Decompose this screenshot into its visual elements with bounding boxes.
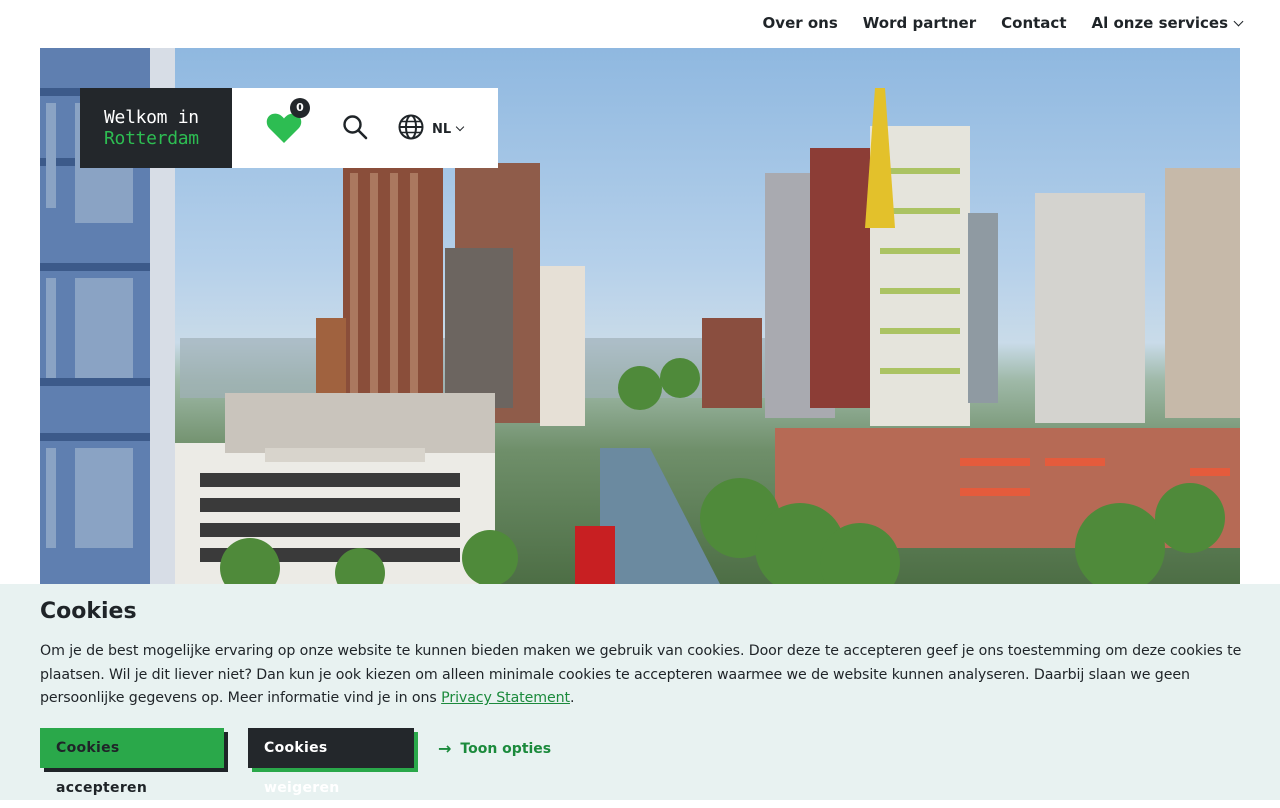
top-navigation: Over ons Word partner Contact Al onze se…: [0, 0, 1280, 48]
nav-link-contact[interactable]: Contact: [1001, 14, 1066, 32]
language-code: NL: [432, 121, 452, 137]
reject-cookies-button[interactable]: Cookies weigeren: [248, 728, 414, 796]
globe-icon: [398, 114, 424, 144]
site-header-card: Welkom in Rotterdam 0 NL: [80, 88, 498, 168]
privacy-statement-link[interactable]: Privacy Statement: [441, 690, 570, 706]
cookie-text-period: .: [569, 690, 575, 706]
arrow-right-icon: →: [438, 739, 452, 758]
show-options-link[interactable]: → Toon opties: [438, 739, 551, 758]
chevron-down-icon: [455, 122, 465, 132]
cookie-text: Om je de best mogelijke ervaring op onze…: [40, 643, 1242, 706]
site-logo[interactable]: Welkom in Rotterdam: [80, 88, 232, 168]
favorites-button[interactable]: 0: [232, 88, 332, 168]
search-icon[interactable]: [342, 114, 368, 144]
language-selector[interactable]: NL: [398, 114, 465, 144]
nav-link-over-ons[interactable]: Over ons: [763, 14, 838, 32]
logo-line-city: Rotterdam: [104, 128, 199, 149]
cookie-banner: Cookies Om je de best mogelijke ervaring…: [0, 584, 1280, 800]
cookie-description: Om je de best mogelijke ervaring op onze…: [40, 640, 1245, 711]
accept-cookies-button[interactable]: Cookies accepteren: [40, 728, 224, 796]
nav-link-word-partner[interactable]: Word partner: [863, 14, 976, 32]
services-label: Al onze services: [1091, 14, 1229, 32]
chevron-down-icon: [1233, 16, 1244, 27]
show-options-label: Toon opties: [460, 740, 552, 757]
logo-line-welcome: Welkom in: [104, 107, 199, 128]
nav-services-dropdown[interactable]: Al onze services: [1091, 14, 1244, 32]
favorites-count-badge: 0: [290, 98, 310, 118]
cookie-title: Cookies: [40, 599, 137, 624]
